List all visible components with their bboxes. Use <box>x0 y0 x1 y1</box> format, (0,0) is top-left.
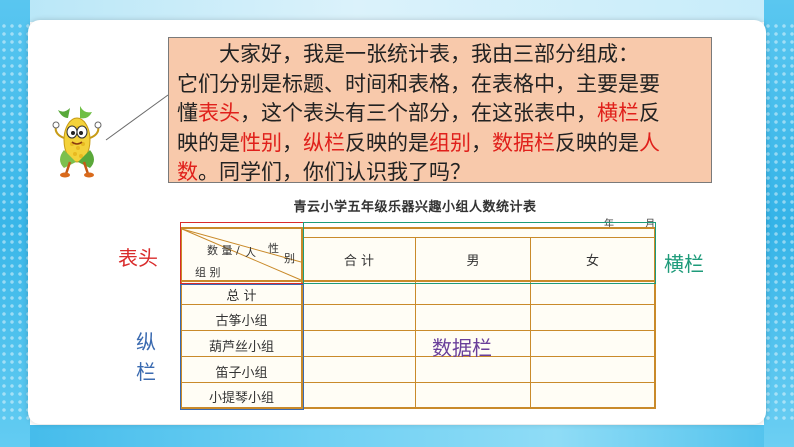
dot-pattern-right <box>764 22 794 422</box>
speech-line: 懂表头，这个表头有三个部分，在这张表中，横栏反 <box>177 99 703 129</box>
speech-highlight: 数据栏 <box>492 130 555 155</box>
speech-text: 它们分别是标题、时间和表格，在表格中，主要是要 <box>177 71 660 96</box>
speech-line: 数。同学们，你们认识我了吗？ <box>177 158 703 188</box>
speech-highlight: 表头 <box>198 101 240 125</box>
speech-text: 反映的是 <box>345 130 429 155</box>
corn-mascot-icon <box>52 106 102 178</box>
speech-highlight: 纵栏 <box>303 130 345 155</box>
horizontal-highlight <box>303 222 656 284</box>
header-highlight <box>180 222 304 284</box>
speech-highlight: 横栏 <box>597 101 639 125</box>
label-vertical-bottom: 栏 <box>136 360 156 384</box>
speech-text: ， <box>471 130 492 155</box>
table-title: 青云小学五年级乐器兴趣小组人数统计表 <box>293 200 537 215</box>
background-bottom <box>0 425 794 447</box>
speech-bubble: 大家好，我是一张统计表，我由三部分组成： 它们分别是标题、时间和表格，在表格中，主… <box>168 37 712 184</box>
dot-pattern-left <box>0 22 30 422</box>
speech-highlight: 数 <box>177 160 198 184</box>
background-top <box>0 0 794 22</box>
speech-text: 反 <box>639 101 660 125</box>
speech-highlight: 人 <box>639 130 660 155</box>
speech-highlight: 性别 <box>240 130 282 155</box>
speech-text: 反映的是 <box>555 130 639 155</box>
speech-text: ， <box>282 130 303 155</box>
label-header: 表头 <box>118 246 158 270</box>
speech-text: ，这个表头有三个部分，在这张表中， <box>240 101 597 125</box>
speech-text: 。同学们，你们认识我了吗？ <box>198 160 471 184</box>
vertical-highlight <box>180 284 304 410</box>
speech-text: 大家好，我是一张统计表，我由三部分组成： <box>177 42 639 66</box>
label-horizontal: 横栏 <box>664 252 704 276</box>
speech-text: 懂 <box>177 101 198 125</box>
speech-line: 大家好，我是一张统计表，我由三部分组成： <box>177 40 703 70</box>
speech-line: 它们分别是标题、时间和表格，在表格中，主要是要 <box>177 70 703 100</box>
speech-highlight: 组别 <box>429 130 471 155</box>
label-vertical-top: 纵 <box>136 330 156 354</box>
label-data: 数据栏 <box>432 336 492 360</box>
speech-line: 映的是性别，纵栏反映的是组别，数据栏反映的是人 <box>177 129 703 159</box>
speech-text: 映的是 <box>177 130 240 155</box>
